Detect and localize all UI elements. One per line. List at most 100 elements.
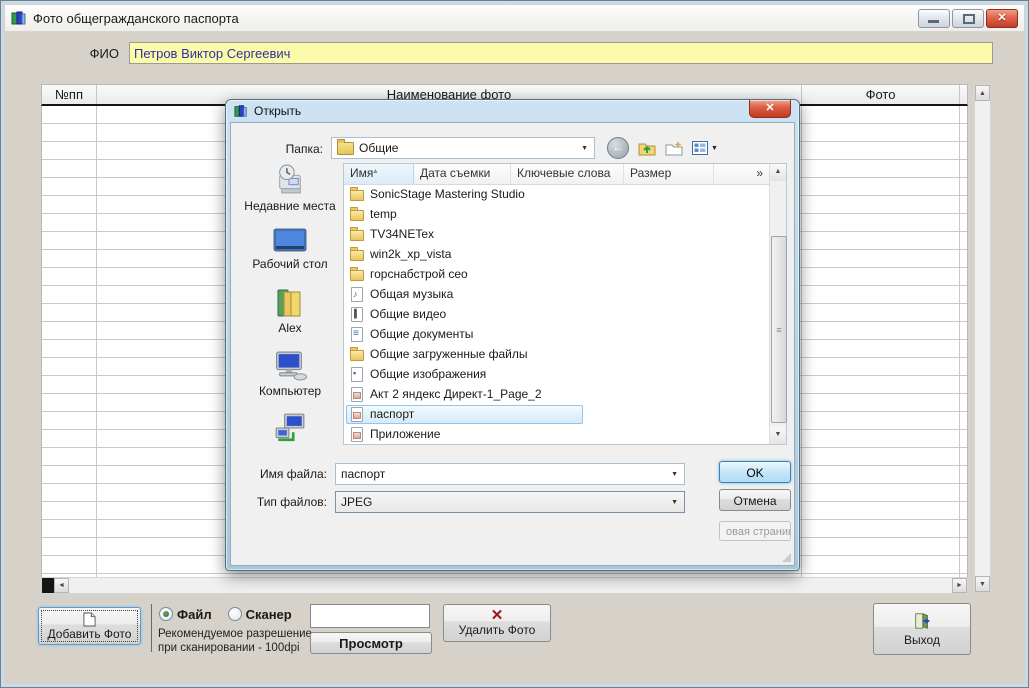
source-scanner-option[interactable]: Сканер	[227, 607, 292, 622]
preview-button[interactable]: Просмотр	[310, 632, 432, 654]
red-x-icon: ✕	[490, 606, 504, 624]
fio-input[interactable]	[129, 42, 993, 64]
file-icon	[349, 246, 365, 262]
file-icon	[349, 406, 365, 422]
back-button[interactable]: ←	[607, 137, 629, 159]
table-horizontal-scrollbar[interactable]: ◄ ►	[41, 577, 968, 594]
dialog-titlebar: Открыть	[226, 100, 799, 122]
table-vertical-scrollbar[interactable]: ▲ ▼	[974, 84, 991, 593]
scrollbar-thumb[interactable]	[42, 578, 54, 593]
sidebar-item-user-folder[interactable]: Alex	[241, 286, 339, 335]
close-button[interactable]	[986, 8, 1018, 28]
file-icon	[349, 366, 365, 382]
folder-up-icon	[638, 143, 656, 156]
fio-label: ФИО	[89, 46, 119, 61]
network-icon	[275, 413, 305, 442]
sidebar-item-network[interactable]	[241, 413, 339, 446]
scroll-up-icon[interactable]: ▲	[770, 164, 786, 181]
chevron-down-icon: ▼	[711, 144, 718, 152]
dialog-close-button[interactable]: ✕	[749, 100, 791, 118]
column-header-photo[interactable]: Фото	[802, 85, 960, 104]
sidebar-item-desktop[interactable]: Рабочий стол	[241, 228, 339, 271]
view-menu-button[interactable]: ▼	[692, 141, 718, 155]
delete-photo-button[interactable]: ✕ Удалить Фото	[443, 604, 551, 642]
scroll-down-icon[interactable]: ▼	[770, 427, 786, 444]
file-list-item[interactable]: SonicStage Mastering Studio	[344, 184, 769, 204]
scroll-right-icon[interactable]: ►	[952, 578, 967, 593]
scroll-up-icon[interactable]: ▲	[975, 85, 990, 101]
dialog-icon	[234, 104, 248, 118]
up-one-level-button[interactable]	[638, 140, 656, 156]
file-list-item[interactable]: TV34NETex	[344, 224, 769, 244]
grid-line	[959, 106, 960, 592]
file-list-item[interactable]: Общие изображения	[344, 364, 769, 384]
new-folder-icon	[665, 141, 683, 156]
file-list-item[interactable]: Общая музыка	[344, 284, 769, 304]
file-list: ▲ Имя Дата съемки Ключевые слова Размер »…	[343, 163, 787, 445]
file-list-item[interactable]: Общие загруженные файлы	[344, 344, 769, 364]
user-folder-icon	[277, 289, 301, 317]
scroll-left-icon[interactable]: ◄	[54, 578, 69, 593]
scrollbar-thumb[interactable]: ≡	[771, 236, 787, 423]
new-page-icon	[83, 612, 96, 627]
maximize-button[interactable]	[952, 8, 984, 28]
file-icon	[349, 226, 365, 242]
scroll-down-icon[interactable]: ▼	[975, 576, 990, 592]
file-list-item[interactable]: Приложение	[344, 424, 769, 444]
folder-icon	[337, 138, 354, 155]
file-icon	[349, 386, 365, 402]
cancel-button[interactable]: Отмена	[719, 489, 791, 511]
radio-file[interactable]	[159, 607, 173, 621]
file-list-item[interactable]: паспорт	[344, 404, 769, 424]
exit-button[interactable]: Выход	[873, 603, 971, 655]
dialog-title: Открыть	[254, 104, 302, 118]
places-sidebar: Недавние места Рабочий стол Alex Компьют…	[241, 163, 339, 446]
app-icon	[11, 10, 27, 26]
column-name[interactable]: ▲ Имя	[344, 164, 414, 184]
radio-scanner[interactable]	[227, 607, 242, 621]
sidebar-item-recent-places[interactable]: Недавние места	[241, 163, 339, 213]
chevron-down-icon[interactable]: ▼	[667, 499, 682, 506]
main-titlebar: Фото общегражданского паспорта	[5, 5, 1024, 32]
window-title: Фото общегражданского паспорта	[33, 10, 239, 26]
file-list-item[interactable]: Общие документы	[344, 324, 769, 344]
sort-ascending-icon: ▲	[372, 168, 379, 175]
chevron-down-icon[interactable]: ▼	[577, 145, 592, 152]
file-icon	[349, 326, 365, 342]
file-list-rows: SonicStage Mastering Studio temp TV34NET…	[344, 184, 769, 444]
filetype-label: Тип файлов:	[256, 495, 327, 509]
file-list-scrollbar[interactable]: ▲ ≡ ▼	[769, 164, 787, 444]
folder-combobox[interactable]: Общие ▼	[331, 137, 595, 159]
file-icon	[349, 346, 365, 362]
column-header-num[interactable]: №пп	[42, 85, 97, 104]
column-keywords[interactable]: Ключевые слова	[511, 164, 624, 184]
dialog-client: Папка: Общие ▼ ← ▼ Недавние места Рабочи…	[230, 122, 795, 566]
filename-combobox[interactable]: паспорт ▼	[335, 463, 685, 485]
chevron-down-icon[interactable]: ▼	[667, 471, 682, 478]
source-file-option[interactable]: Файл	[159, 607, 212, 622]
footer-divider	[151, 604, 152, 652]
ok-button[interactable]: OK	[719, 461, 791, 483]
back-arrow-icon: ←	[607, 137, 629, 159]
filetype-value: JPEG	[341, 495, 373, 509]
filetype-combobox[interactable]: JPEG ▼	[335, 491, 685, 513]
minimize-button[interactable]	[918, 8, 950, 28]
exit-door-icon	[912, 612, 932, 630]
file-list-item[interactable]: Акт 2 яндекс Директ-1_Page_2	[344, 384, 769, 404]
file-list-item[interactable]: Общие видео	[344, 304, 769, 324]
sidebar-item-computer[interactable]: Компьютер	[241, 350, 339, 398]
column-size[interactable]: Размер	[624, 164, 714, 184]
new-folder-button[interactable]	[665, 140, 683, 156]
file-list-item[interactable]: горснабстрой сео	[344, 264, 769, 284]
resize-grip[interactable]	[782, 553, 791, 562]
filename-value: паспорт	[341, 467, 386, 481]
add-photo-button[interactable]: Добавить Фото	[38, 607, 141, 645]
file-list-item[interactable]: temp	[344, 204, 769, 224]
column-date-taken[interactable]: Дата съемки	[414, 164, 511, 184]
new-page-button-disabled: овая страниц	[719, 521, 791, 541]
scrollbar-track[interactable]	[69, 578, 952, 593]
file-list-item[interactable]: win2k_xp_vista	[344, 244, 769, 264]
scan-resolution-hint: Рекомендуемое разрешение при сканировани…	[158, 628, 312, 654]
preview-input[interactable]	[310, 604, 430, 628]
grid-line	[801, 106, 802, 592]
